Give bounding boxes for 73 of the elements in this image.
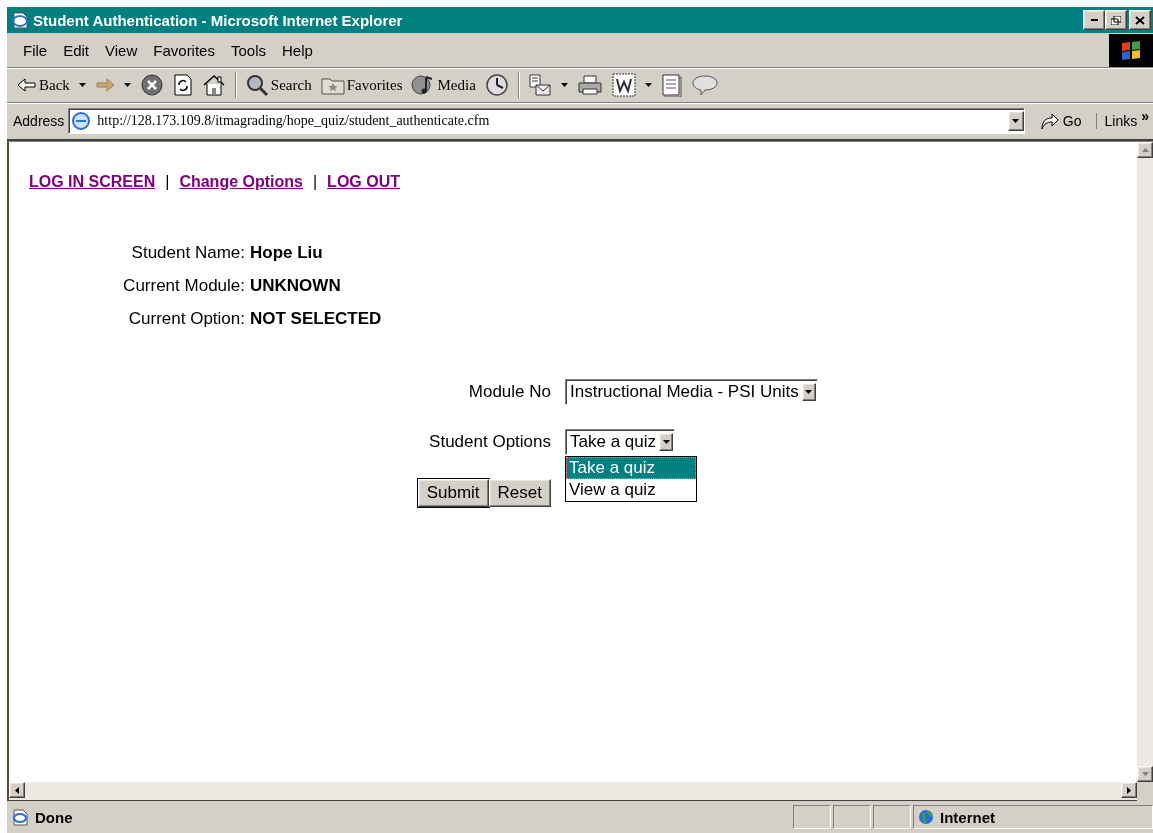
- address-field[interactable]: http://128.173.109.8/itmagrading/hope_quiz/student_authenticate.cfm: [68, 108, 1025, 134]
- media-button[interactable]: Media: [411, 73, 476, 97]
- menu-item[interactable]: Favorites: [145, 37, 223, 63]
- mail-icon[interactable]: [527, 73, 552, 97]
- search-button[interactable]: Search: [244, 73, 312, 97]
- info-value: NOT SELECTED: [250, 309, 382, 329]
- speech-bubble-icon[interactable]: [691, 74, 718, 96]
- flag-logo-icon: [1109, 33, 1153, 67]
- separator-text: |: [312, 173, 318, 191]
- window-title: Student Authentication - Microsoft Internet Explorer: [33, 11, 404, 29]
- status-pane: [793, 805, 831, 829]
- arrow-left-icon: [17, 77, 37, 93]
- folder-star-icon: [320, 75, 345, 95]
- select-field[interactable]: Instructional Media - PSI Units: [565, 379, 818, 405]
- status-text: Done: [35, 808, 73, 826]
- caret-icon[interactable]: [805, 390, 813, 394]
- minimize-button[interactable]: [1083, 10, 1105, 30]
- scroll-right-icon[interactable]: [1127, 786, 1131, 794]
- address-label: Address: [13, 113, 65, 129]
- caret-icon[interactable]: [78, 83, 86, 87]
- printer-icon[interactable]: [576, 74, 603, 96]
- scroll-down-icon[interactable]: [1141, 772, 1149, 776]
- vertical-scrollbar[interactable]: [1137, 142, 1153, 782]
- nav-link[interactable]: Change Options: [179, 173, 303, 191]
- info-value: Hope Liu: [250, 243, 324, 263]
- caret-icon[interactable]: [123, 83, 131, 87]
- links-button[interactable]: Links »: [1095, 113, 1151, 129]
- dropdown-option[interactable]: Take a quiz: [566, 457, 696, 479]
- status-pane: [873, 805, 911, 829]
- info-label: Current Module:: [122, 276, 245, 296]
- search-icon: [244, 73, 269, 97]
- menu-item[interactable]: Help: [274, 37, 321, 63]
- field-label: Module No: [467, 382, 551, 402]
- refresh-icon[interactable]: [172, 73, 193, 97]
- field-label: Student Options: [428, 432, 551, 452]
- page-icon[interactable]: [660, 73, 683, 97]
- status-pane: [833, 805, 871, 829]
- favorites-button[interactable]: Favorites: [320, 75, 403, 95]
- info-label: Student Name:: [130, 243, 245, 263]
- nav-link[interactable]: LOG IN SCREEN: [29, 173, 156, 191]
- menu-item[interactable]: View: [97, 37, 146, 63]
- separator-text: |: [165, 173, 170, 191]
- nav-link[interactable]: LOG OUT: [327, 173, 400, 191]
- menu-item[interactable]: File: [15, 37, 56, 63]
- dropdown-option[interactable]: View a quiz: [566, 479, 696, 501]
- select-field[interactable]: Take a quiz: [565, 429, 675, 455]
- back-button[interactable]: Back: [17, 76, 70, 94]
- caret-icon: [1012, 119, 1020, 123]
- close-icon: [1135, 15, 1145, 25]
- minimize-icon: [1090, 19, 1098, 21]
- curved-arrow-icon: [1038, 111, 1059, 131]
- caret-icon[interactable]: [644, 83, 652, 87]
- info-value: UNKNOWN: [250, 276, 342, 296]
- info-label: Current Option:: [127, 309, 245, 329]
- caret-icon[interactable]: [662, 440, 670, 444]
- horizontal-scrollbar[interactable]: [7, 782, 1137, 801]
- caret-icon[interactable]: [560, 83, 568, 87]
- submit-button[interactable]: Submit: [417, 479, 489, 507]
- dropdown-button[interactable]: [1007, 111, 1024, 131]
- document-w-icon[interactable]: [611, 73, 636, 97]
- menu-item[interactable]: Edit: [55, 37, 98, 63]
- go-button[interactable]: Go: [1028, 111, 1092, 131]
- restore-button[interactable]: [1105, 10, 1127, 30]
- scroll-left-icon[interactable]: [15, 786, 19, 794]
- restore-icon: [1111, 15, 1121, 25]
- reset-button[interactable]: Reset: [488, 479, 551, 507]
- globe-icon: [918, 809, 934, 825]
- close-button[interactable]: [1129, 10, 1151, 30]
- scroll-up-icon[interactable]: [1141, 148, 1149, 152]
- zone-text: Internet: [940, 808, 995, 826]
- stop-icon[interactable]: [139, 73, 164, 97]
- menu-item[interactable]: Tools: [222, 37, 274, 63]
- clock-icon[interactable]: [484, 73, 509, 97]
